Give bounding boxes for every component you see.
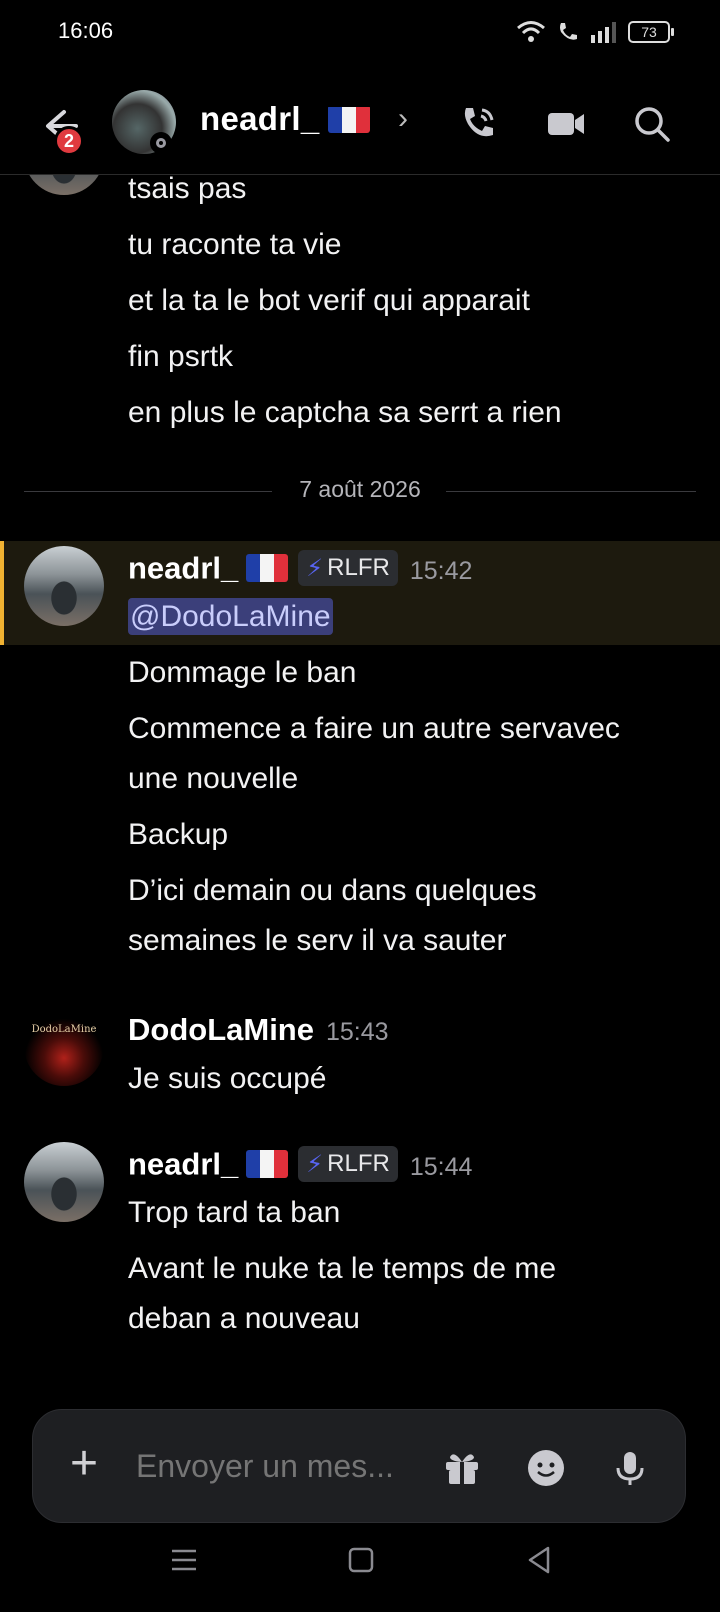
server-tag[interactable]: ⚡ RLFR (298, 1146, 398, 1182)
date-divider: 7 août 2026 (0, 476, 720, 503)
status-icons: 73 (516, 18, 674, 46)
message-header: neadrl_ ⚡ RLFR 15:42 (128, 550, 472, 587)
message-text: Backup (128, 818, 229, 851)
battery-indicator: 73 (628, 21, 674, 43)
gift-icon[interactable] (440, 1446, 484, 1490)
message-text: D’ici demain ou dans quelques (128, 874, 537, 907)
timestamp: 15:43 (326, 1018, 389, 1046)
lightning-icon: ⚡ (306, 1150, 324, 1178)
timestamp: 15:44 (409, 1152, 473, 1181)
wifi-icon (517, 21, 545, 42)
message-text: Avant le nuke ta le temps de me (128, 1252, 557, 1285)
message-header: neadrl_ ⚡ RLFR 15:44 (128, 1146, 472, 1183)
timestamp: 15:42 (409, 556, 473, 585)
message-text: Trop tard ta ban (128, 1196, 341, 1229)
menu-icon[interactable] (164, 1540, 204, 1580)
lightning-icon: ⚡ (306, 554, 324, 582)
author-name[interactable]: DodoLaMine (128, 1012, 314, 1047)
avatar[interactable] (24, 546, 104, 626)
channel-title[interactable]: neadrl_ (200, 100, 370, 138)
mention-bar (0, 541, 4, 645)
back-icon[interactable] (520, 1540, 560, 1580)
server-tag[interactable]: ⚡ RLFR (298, 550, 398, 586)
france-flag-icon (327, 105, 370, 133)
signal-icon (591, 22, 616, 43)
message-text: Je suis occupé (128, 1062, 327, 1095)
search-icon[interactable] (630, 102, 674, 146)
message-input[interactable] (136, 1448, 406, 1485)
emoji-icon[interactable] (524, 1446, 568, 1490)
message-text: Commence a faire un autre servavec (128, 712, 620, 745)
home-icon[interactable] (341, 1540, 381, 1580)
microphone-icon[interactable] (608, 1446, 652, 1490)
message-text: en plus le captcha sa serrt a rien (128, 396, 562, 429)
author-name[interactable]: neadrl_ (128, 551, 238, 586)
message-text: deban a nouveau (128, 1302, 360, 1335)
chat-header: 2 neadrl_ › (0, 80, 720, 175)
france-flag-icon (246, 553, 289, 582)
avatar[interactable]: DodoLaMine (24, 1006, 104, 1086)
status-offline-icon (150, 132, 172, 154)
avatar[interactable] (24, 1142, 104, 1222)
author-name[interactable]: neadrl_ (128, 1147, 238, 1182)
user-mention[interactable]: @DodoLaMine (128, 598, 333, 635)
message-text: @DodoLaMine (128, 598, 333, 635)
video-call-icon[interactable] (544, 102, 588, 146)
message-text: une nouvelle (128, 762, 299, 795)
message-text: et la ta le bot verif qui apparait (128, 284, 530, 317)
unread-badge: 2 (54, 126, 84, 156)
message-text: semaines le serv il va sauter (128, 924, 507, 957)
message-text: tsais pas (128, 172, 247, 205)
message-text: fin psrtk (128, 340, 234, 373)
status-time: 16:06 (58, 18, 114, 43)
voice-call-icon[interactable] (456, 102, 500, 146)
message-text: tu raconte ta vie (128, 228, 342, 261)
message-header: DodoLaMine 15:43 (128, 1012, 389, 1048)
message-text: Dommage le ban (128, 656, 357, 689)
plus-icon[interactable]: + (70, 1440, 98, 1488)
wifi-call-icon (560, 23, 577, 40)
france-flag-icon (246, 1149, 289, 1178)
chevron-right-icon[interactable]: › (398, 102, 408, 136)
